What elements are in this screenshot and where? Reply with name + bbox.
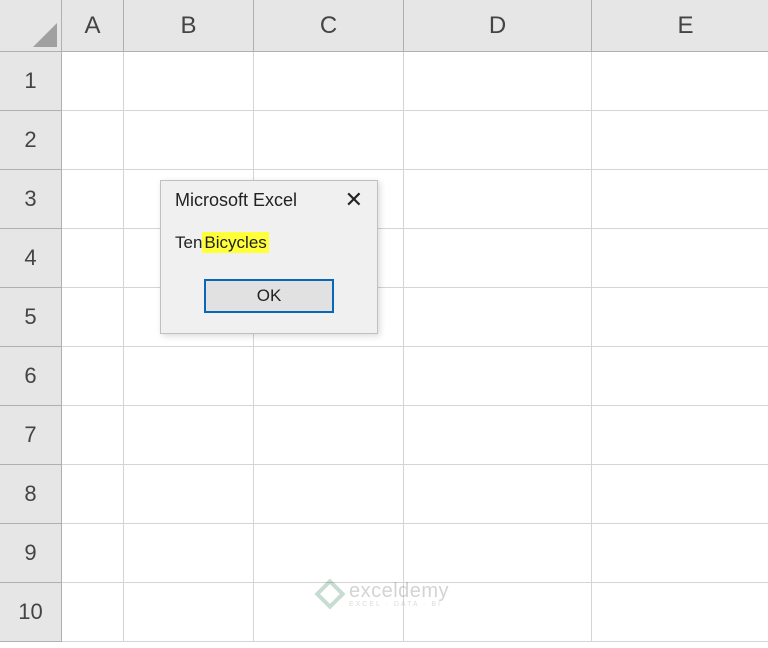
column-header-B[interactable]: B — [124, 0, 254, 52]
row-header-8[interactable]: 8 — [0, 465, 62, 524]
cell[interactable] — [62, 465, 124, 524]
cell[interactable] — [62, 288, 124, 347]
watermark-text: exceldemy — [349, 580, 449, 603]
row-header-4[interactable]: 4 — [0, 229, 62, 288]
cell[interactable] — [254, 524, 404, 583]
cell[interactable] — [62, 583, 124, 642]
watermark-logo-icon — [314, 578, 345, 609]
cell[interactable] — [404, 524, 592, 583]
dialog-message: Ten Bicycles — [161, 219, 377, 261]
cell[interactable] — [124, 406, 254, 465]
cell[interactable] — [62, 406, 124, 465]
cell[interactable] — [62, 170, 124, 229]
cell[interactable] — [592, 52, 768, 111]
cell[interactable] — [404, 229, 592, 288]
cell[interactable] — [404, 52, 592, 111]
cell[interactable] — [62, 52, 124, 111]
cell[interactable] — [124, 347, 254, 406]
cell[interactable] — [254, 52, 404, 111]
cell[interactable] — [592, 406, 768, 465]
row-header-10[interactable]: 10 — [0, 583, 62, 642]
cell[interactable] — [592, 288, 768, 347]
row-header-3[interactable]: 3 — [0, 170, 62, 229]
cell[interactable] — [592, 170, 768, 229]
message-box: Microsoft Excel ✕ Ten Bicycles OK — [160, 180, 378, 334]
cell[interactable] — [404, 288, 592, 347]
select-all-cell[interactable] — [0, 0, 62, 52]
cell[interactable] — [404, 170, 592, 229]
cell[interactable] — [592, 347, 768, 406]
ok-button[interactable]: OK — [204, 279, 334, 313]
cell[interactable] — [62, 229, 124, 288]
row-header-1[interactable]: 1 — [0, 52, 62, 111]
cell[interactable] — [592, 465, 768, 524]
column-header-D[interactable]: D — [404, 0, 592, 52]
select-all-triangle-icon — [33, 23, 57, 47]
cell[interactable] — [254, 111, 404, 170]
cell[interactable] — [404, 347, 592, 406]
cell[interactable] — [404, 465, 592, 524]
cell[interactable] — [592, 111, 768, 170]
cell[interactable] — [124, 111, 254, 170]
message-text-highlight: Bicycles — [202, 232, 268, 253]
column-header-E[interactable]: E — [592, 0, 768, 52]
cell[interactable] — [254, 465, 404, 524]
cell[interactable] — [254, 406, 404, 465]
cell[interactable] — [124, 524, 254, 583]
watermark-subtext: EXCEL · DATA · BI — [349, 601, 449, 608]
cell[interactable] — [62, 524, 124, 583]
row-header-5[interactable]: 5 — [0, 288, 62, 347]
dialog-title-text: Microsoft Excel — [175, 190, 297, 211]
cell[interactable] — [592, 229, 768, 288]
cell[interactable] — [124, 465, 254, 524]
spreadsheet-grid: ABCDE 12345678910 Microsoft Excel ✕ Ten … — [0, 0, 768, 648]
row-header-2[interactable]: 2 — [0, 111, 62, 170]
cell[interactable] — [124, 52, 254, 111]
watermark: exceldemy EXCEL · DATA · BI — [319, 580, 449, 608]
close-icon[interactable]: ✕ — [341, 189, 367, 211]
cell[interactable] — [62, 111, 124, 170]
cell[interactable] — [124, 583, 254, 642]
row-header-6[interactable]: 6 — [0, 347, 62, 406]
cell[interactable] — [592, 524, 768, 583]
cell[interactable] — [592, 583, 768, 642]
dialog-button-row: OK — [161, 261, 377, 333]
row-header-7[interactable]: 7 — [0, 406, 62, 465]
column-header-C[interactable]: C — [254, 0, 404, 52]
column-header-A[interactable]: A — [62, 0, 124, 52]
dialog-titlebar: Microsoft Excel ✕ — [161, 181, 377, 219]
cell[interactable] — [62, 347, 124, 406]
message-text-part1: Ten — [175, 233, 202, 253]
row-header-9[interactable]: 9 — [0, 524, 62, 583]
cell[interactable] — [404, 406, 592, 465]
cell[interactable] — [254, 347, 404, 406]
cell[interactable] — [404, 111, 592, 170]
